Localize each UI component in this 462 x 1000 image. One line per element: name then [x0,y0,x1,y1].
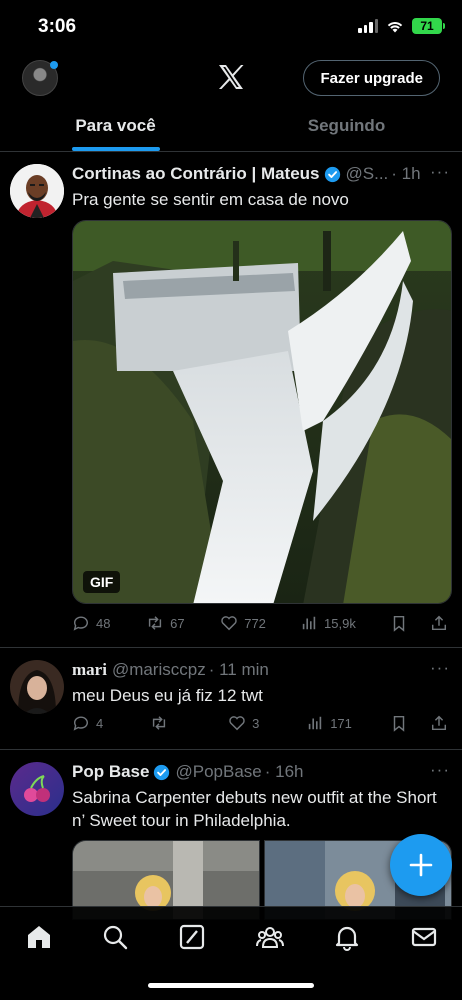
messages-icon[interactable] [410,923,438,951]
bookmark-icon[interactable] [390,714,408,732]
retweet-button[interactable] [150,714,190,732]
author-avatar[interactable] [10,762,64,816]
view-count: 171 [330,715,352,731]
more-options-icon[interactable]: ··· [430,658,450,678]
tweet-header: mari @marisccpz · 11 min [72,658,450,682]
author-name[interactable]: Cortinas ao Contrário | Mateus [72,164,320,184]
tweet-card[interactable]: mari @marisccpz · 11 min ··· meu Deus eu… [0,648,462,750]
author-name[interactable]: Pop Base [72,762,149,782]
gif-badge: GIF [83,571,121,593]
verified-badge-icon [154,764,170,780]
tweet-body: mari @marisccpz · 11 min ··· meu Deus eu… [72,658,450,707]
tweet-card[interactable]: Cortinas ao Contrário | Mateus @S... · 1… [0,152,462,648]
tweet-actions: 4 3 171 [72,714,448,732]
views-chart-icon [308,716,322,730]
tweet-time: · 16h [264,762,304,781]
author-avatar[interactable] [10,164,64,218]
bookmark-icon[interactable] [390,614,408,632]
tweet-header: Pop Base @PopBase · 16h [72,760,450,784]
tweet-body: Pop Base @PopBase · 16h ··· Sabrina Carp… [72,760,450,832]
views-button[interactable]: 15,9k [300,614,356,632]
status-bar: 3:06 71 [0,0,462,54]
timeline-tabs: Para você Seguindo [0,102,462,152]
view-count: 15,9k [324,615,356,631]
grok-icon[interactable] [178,923,206,951]
upgrade-button[interactable]: Fazer upgrade [303,60,440,96]
more-options-icon[interactable]: ··· [430,760,450,780]
author-handle[interactable]: @marisccpz [112,660,206,680]
share-icon[interactable] [430,614,448,632]
author-name[interactable]: mari [72,660,107,680]
x-logo-icon [219,65,244,89]
reply-icon [73,616,88,631]
tab-for-you-label: Para você [75,116,156,135]
tab-following-label: Seguindo [307,116,386,135]
retweet-icon [152,716,166,730]
home-indicator[interactable] [148,983,314,988]
tweet-text: Sabrina Carpenter debuts new outfit at t… [72,788,437,830]
wifi-icon [387,22,403,33]
retweet-icon [148,616,162,630]
reply-count: 48 [96,615,111,631]
tweet-card[interactable]: Pop Base @PopBase · 16h ··· Sabrina Carp… [0,750,462,920]
tweet-header: Cortinas ao Contrário | Mateus @S... · 1… [72,162,450,186]
reply-count: 4 [96,715,104,731]
tweet-text: Pra gente se sentir em casa de novo [72,190,349,209]
tweet-media-gif[interactable]: GIF [72,220,452,604]
heart-icon [229,716,245,731]
profile-avatar[interactable] [22,60,58,96]
author-handle[interactable]: @S... [346,164,389,184]
cellular-signal-icon [358,19,378,33]
reply-button[interactable]: 48 [72,614,112,632]
like-count: 772 [244,615,266,631]
home-icon[interactable] [25,923,53,951]
tweet-text: meu Deus eu já fiz 12 twt [72,686,263,705]
more-options-icon[interactable]: ··· [430,162,450,182]
like-button[interactable]: 3 [228,714,268,732]
tweet-body: Cortinas ao Contrário | Mateus @S... · 1… [72,162,450,211]
reply-button[interactable]: 4 [72,714,112,732]
author-avatar[interactable] [10,660,64,714]
top-header: Fazer upgrade [0,54,462,102]
notification-dot [50,61,58,69]
like-count: 3 [252,715,260,731]
tweet-time: · 1h [391,164,421,183]
communities-icon[interactable] [256,923,284,951]
heart-icon [221,616,237,631]
retweet-count: 67 [170,615,185,631]
reply-icon [73,716,88,731]
battery-level: 71 [420,19,434,33]
plus-icon [409,853,433,877]
verified-badge-icon [324,166,340,182]
views-chart-icon [302,616,316,630]
status-time: 3:06 [38,16,77,37]
notifications-icon[interactable] [333,923,361,951]
views-button[interactable]: 171 [306,714,352,732]
share-icon[interactable] [430,714,448,732]
waterfall-gif-image [73,221,451,603]
tweet-time: · 11 min [208,660,269,679]
author-handle[interactable]: @PopBase [175,762,261,782]
status-icons: 71 [358,18,445,34]
like-button[interactable]: 772 [220,614,266,632]
battery-indicator: 71 [412,18,445,34]
tweet-actions: 48 67 772 15,9k [72,614,448,632]
search-icon[interactable] [101,923,129,951]
active-tab-indicator [71,147,160,151]
tab-following[interactable]: Seguindo [231,102,462,151]
compose-post-button[interactable] [390,834,452,896]
retweet-button[interactable]: 67 [146,614,186,632]
tab-for-you[interactable]: Para você [0,102,231,151]
